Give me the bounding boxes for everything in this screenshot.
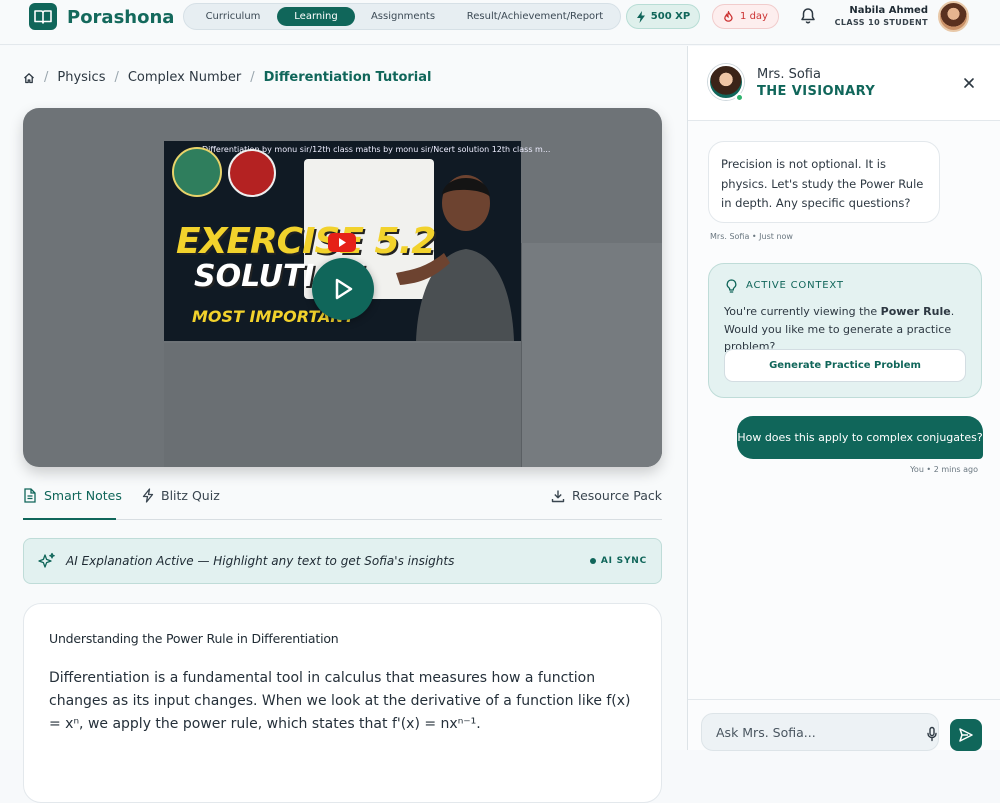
notes-body[interactable]: Differentiation is a fundamental tool in… bbox=[49, 667, 641, 736]
send-icon bbox=[959, 728, 973, 742]
active-context-card: ACTIVE CONTEXT You're currently viewing … bbox=[708, 263, 982, 398]
breadcrumb-separator: / bbox=[250, 70, 255, 85]
video-background-panel bbox=[521, 243, 662, 467]
assistant-message: Precision is not optional. It is physics… bbox=[708, 141, 940, 223]
streak-badge[interactable]: 1 day bbox=[712, 4, 779, 29]
channel-logo bbox=[172, 147, 222, 197]
user-message: How does this apply to complex conjugate… bbox=[737, 416, 983, 459]
lightbulb-icon bbox=[726, 279, 737, 293]
send-button[interactable] bbox=[950, 719, 982, 751]
tab-label: Blitz Quiz bbox=[161, 488, 220, 503]
download-icon bbox=[551, 490, 565, 502]
nav-assignments[interactable]: Assignments bbox=[361, 7, 445, 26]
resource-pack-label: Resource Pack bbox=[571, 488, 662, 503]
top-bar: Porashona Curriculum Learning Assignment… bbox=[0, 0, 1000, 45]
home-icon[interactable] bbox=[23, 72, 35, 84]
content-tabs: Smart Notes Blitz Quiz Resource Pack bbox=[23, 483, 662, 520]
flame-icon bbox=[724, 10, 733, 22]
app-name[interactable]: Porashona bbox=[67, 7, 174, 28]
nav-results[interactable]: Result/Achievement/Report bbox=[454, 7, 616, 26]
lightning-icon bbox=[636, 10, 645, 23]
tab-smart-notes[interactable]: Smart Notes bbox=[23, 488, 122, 503]
breadcrumb-physics[interactable]: Physics bbox=[57, 70, 105, 85]
main-nav: Curriculum Learning Assignments Result/A… bbox=[183, 3, 621, 30]
lightning-icon bbox=[142, 488, 154, 503]
active-tab-indicator bbox=[23, 518, 116, 520]
smart-notes-card: Understanding the Power Rule in Differen… bbox=[23, 603, 662, 803]
assistant-message-meta: Mrs. Sofia • Just now bbox=[710, 232, 793, 241]
generate-practice-button[interactable]: Generate Practice Problem bbox=[724, 349, 966, 382]
context-text-part: You're currently viewing the bbox=[724, 305, 881, 318]
ai-sync-status: AI SYNC bbox=[589, 556, 647, 566]
assistant-panel: Mrs. Sofia THE VISIONARY Precision is no… bbox=[687, 46, 1000, 751]
tab-label: Smart Notes bbox=[44, 488, 122, 503]
play-icon bbox=[335, 278, 353, 300]
assistant-header: Mrs. Sofia THE VISIONARY bbox=[688, 46, 1000, 121]
breadcrumb: / Physics / Complex Number / Differentia… bbox=[23, 70, 431, 85]
youtube-icon bbox=[328, 233, 356, 252]
streak-value: 1 day bbox=[740, 11, 768, 22]
video-player[interactable]: Differentiation by monu sir/12th class m… bbox=[23, 108, 662, 467]
chat-input[interactable] bbox=[701, 713, 939, 751]
sparkles-icon bbox=[38, 552, 55, 568]
xp-value: 500 XP bbox=[650, 11, 691, 22]
breadcrumb-separator: / bbox=[114, 70, 119, 85]
context-text: You're currently viewing the Power Rule.… bbox=[724, 303, 974, 356]
close-icon[interactable] bbox=[962, 76, 976, 90]
chat-input-bar bbox=[688, 699, 1000, 751]
breadcrumb-current: Differentiation Tutorial bbox=[263, 70, 432, 85]
video-overlay-text: EXERCISE 5.2 bbox=[176, 221, 436, 262]
ai-sync-label: AI SYNC bbox=[600, 556, 647, 566]
user-avatar[interactable] bbox=[938, 1, 969, 32]
online-indicator bbox=[735, 93, 744, 102]
ai-banner-text: AI Explanation Active — Highlight any te… bbox=[66, 554, 455, 568]
play-button[interactable] bbox=[312, 258, 374, 320]
ai-explanation-banner: AI Explanation Active — Highlight any te… bbox=[23, 538, 662, 584]
xp-badge[interactable]: 500 XP bbox=[626, 4, 700, 29]
sync-dot bbox=[589, 558, 596, 564]
context-highlight: Power Rule bbox=[880, 305, 951, 318]
bell-icon[interactable] bbox=[799, 7, 817, 25]
nav-learning[interactable]: Learning bbox=[277, 7, 355, 26]
microphone-icon[interactable] bbox=[925, 726, 939, 742]
user-class: CLASS 10 STUDENT bbox=[834, 18, 928, 27]
main-content: / Physics / Complex Number / Differentia… bbox=[0, 46, 687, 803]
assistant-role: THE VISIONARY bbox=[757, 84, 876, 99]
breadcrumb-complex-number[interactable]: Complex Number bbox=[128, 70, 241, 85]
assistant-name: Mrs. Sofia bbox=[757, 67, 821, 82]
notes-heading: Understanding the Power Rule in Differen… bbox=[49, 631, 339, 646]
nav-curriculum[interactable]: Curriculum bbox=[190, 7, 276, 26]
resource-pack-button[interactable]: Resource Pack bbox=[551, 488, 662, 503]
user-name: Nabila Ahmed bbox=[849, 5, 928, 16]
context-title: ACTIVE CONTEXT bbox=[746, 280, 844, 291]
tab-blitz-quiz[interactable]: Blitz Quiz bbox=[142, 488, 220, 503]
logo-icon[interactable] bbox=[29, 3, 57, 30]
user-message-meta: You • 2 mins ago bbox=[910, 465, 978, 474]
breadcrumb-separator: / bbox=[44, 70, 49, 85]
document-icon bbox=[24, 488, 36, 503]
emblem-logo bbox=[228, 149, 276, 197]
